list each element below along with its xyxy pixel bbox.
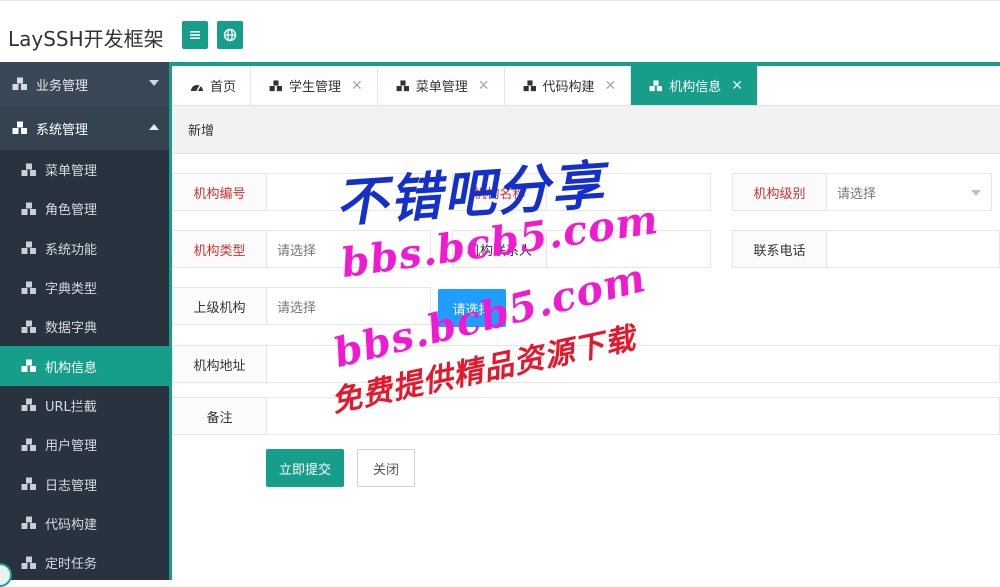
- tab-bar: 首页 学生管理 ✕ 菜单管理 ✕ 代码构建 ✕ 机构信息 ✕: [172, 62, 1000, 106]
- tab-label: 机构信息: [669, 80, 722, 95]
- cubes-icon: [21, 556, 36, 569]
- sidebar-group-system[interactable]: 系统管理: [0, 106, 169, 150]
- cubes-icon: [21, 241, 36, 255]
- sidebar-item-function[interactable]: 系统功能: [0, 229, 169, 268]
- sidebar-item-label: 字典类型: [45, 282, 98, 298]
- sidebar-item-label: 菜单管理: [45, 164, 98, 180]
- sidebar-submenu: 菜单管理 角色管理 系统功能 字典类型 数据字典 机构信息 URL拦截 用户管理…: [0, 150, 169, 580]
- menu-toggle-button[interactable]: [182, 21, 208, 49]
- tab-label: 菜单管理: [415, 80, 468, 95]
- sidebar-item-label: 机构信息: [45, 360, 98, 376]
- sidebar-item-label: URL拦截: [45, 399, 97, 415]
- sidebar-item-dict-type[interactable]: 字典类型: [0, 268, 169, 307]
- cubes-icon: [12, 121, 27, 134]
- sidebar-item-user[interactable]: 用户管理: [0, 425, 169, 464]
- select-placeholder: 请选择: [277, 243, 317, 259]
- cubes-icon: [21, 438, 36, 451]
- chevron-up-icon: [149, 124, 159, 130]
- caret-down-icon: [971, 190, 981, 196]
- cubes-icon: [12, 77, 27, 90]
- chevron-down-icon: [149, 80, 159, 86]
- close-icon[interactable]: ✕: [605, 78, 617, 94]
- tab-label: 首页: [210, 80, 237, 95]
- sidebar-item-menu[interactable]: 菜单管理: [0, 150, 169, 189]
- field-label: 联系电话: [733, 231, 827, 267]
- tab-org-info[interactable]: 机构信息 ✕: [631, 66, 759, 105]
- field-label: 上级机构: [173, 288, 267, 324]
- sidebar-item-label: 代码构建: [45, 517, 98, 533]
- cubes-icon: [21, 320, 36, 333]
- phone-field: 联系电话: [732, 230, 1000, 268]
- submit-button[interactable]: 立即提交: [266, 449, 344, 487]
- tab-label: 学生管理: [289, 80, 342, 95]
- cubes-icon: [21, 163, 36, 176]
- globe-button[interactable]: [217, 21, 243, 49]
- sidebar-group-label: 系统管理: [36, 122, 89, 138]
- cubes-icon: [21, 477, 36, 491]
- sidebar-item-label: 日志管理: [45, 478, 98, 494]
- page-title: 新增: [188, 124, 215, 139]
- sidebar-item-label: 定时任务: [45, 557, 98, 573]
- close-icon[interactable]: ✕: [731, 78, 743, 94]
- tab-menu[interactable]: 菜单管理 ✕: [378, 66, 505, 105]
- org-level-field: 机构级别 请选择: [732, 173, 992, 211]
- tab-home[interactable]: 首页: [172, 66, 252, 105]
- sidebar-group-business[interactable]: 业务管理: [0, 62, 169, 106]
- cubes-icon: [649, 79, 663, 91]
- cubes-icon: [21, 516, 36, 530]
- cubes-icon: [269, 79, 283, 91]
- field-label: 机构地址: [173, 346, 267, 382]
- close-icon[interactable]: ✕: [351, 78, 363, 94]
- org-level-select[interactable]: 请选择: [827, 174, 991, 210]
- phone-input[interactable]: [827, 231, 999, 267]
- top-header: LaySSH开发框架: [0, 0, 1000, 62]
- field-label: 机构级别: [733, 174, 827, 210]
- input-placeholder: 请选择: [277, 300, 317, 316]
- field-label: 备注: [173, 398, 267, 434]
- sidebar-item-dict-data[interactable]: 数据字典: [0, 307, 169, 346]
- sidebar-item-role[interactable]: 角色管理: [0, 189, 169, 228]
- app-title: LaySSH开发框架: [8, 27, 164, 51]
- sidebar-item-url-intercept[interactable]: URL拦截: [0, 386, 169, 425]
- cubes-icon: [21, 359, 36, 373]
- sidebar: 业务管理 系统管理 菜单管理 角色管理 系统功能 字典类型 数据字典 机构信息 …: [0, 62, 169, 580]
- sidebar-item-label: 数据字典: [45, 321, 98, 337]
- sidebar-item-scheduled-task[interactable]: 定时任务: [0, 543, 169, 580]
- tab-label: 代码构建: [542, 80, 595, 95]
- cubes-icon: [523, 79, 536, 91]
- field-label: 机构编号: [173, 174, 267, 210]
- hamburger-icon: [190, 31, 200, 39]
- sidebar-item-label: 用户管理: [45, 439, 98, 455]
- cubes-icon: [21, 281, 36, 294]
- remark-field: 备注: [172, 397, 1000, 435]
- close-button[interactable]: 关闭: [357, 449, 415, 487]
- sidebar-group-label: 业务管理: [36, 78, 89, 94]
- cubes-icon: [396, 79, 409, 91]
- sidebar-item-codegen[interactable]: 代码构建: [0, 504, 169, 543]
- sidebar-item-label: 系统功能: [45, 242, 98, 258]
- cubes-icon: [21, 398, 36, 412]
- sidebar-item-label: 角色管理: [45, 203, 98, 219]
- tab-codegen[interactable]: 代码构建 ✕: [505, 66, 632, 105]
- tab-student[interactable]: 学生管理 ✕: [251, 66, 378, 105]
- dashboard-icon: [191, 84, 203, 91]
- sidebar-item-org-info[interactable]: 机构信息: [0, 346, 169, 386]
- sidebar-item-log[interactable]: 日志管理: [0, 464, 169, 503]
- field-label: 机构类型: [173, 231, 267, 267]
- globe-icon: [223, 28, 237, 42]
- select-placeholder: 请选择: [837, 186, 877, 202]
- cubes-icon: [21, 202, 36, 215]
- close-icon[interactable]: ✕: [478, 78, 490, 94]
